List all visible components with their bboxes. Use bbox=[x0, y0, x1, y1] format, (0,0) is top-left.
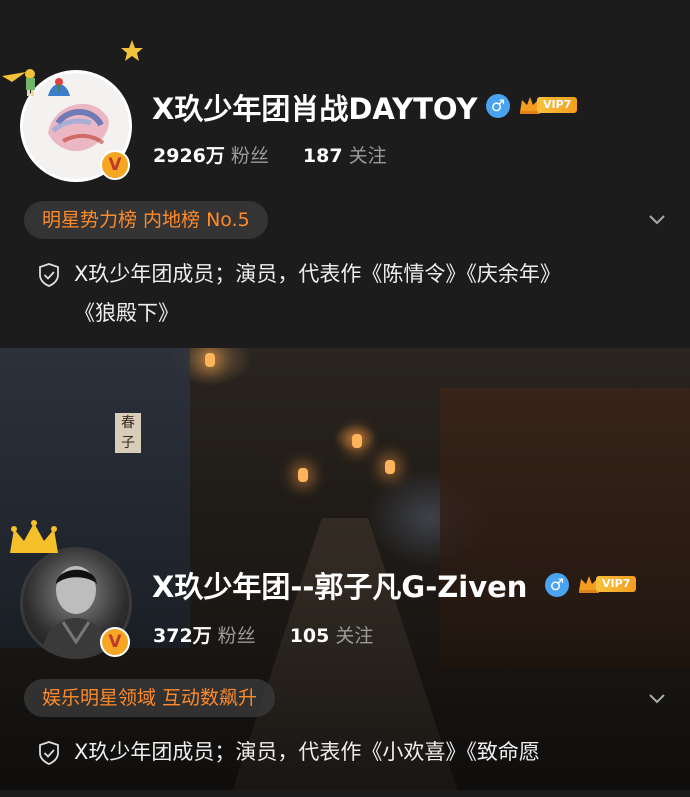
profile-name[interactable]: X玖少年团--郭子凡G-Ziven bbox=[152, 564, 527, 606]
following-label[interactable]: 关注 bbox=[335, 625, 373, 647]
intro-line-1: X玖少年团成员；演员，代表作《陈情令》《庆余年》 bbox=[74, 262, 561, 286]
followers-count[interactable]: 2926万 bbox=[153, 145, 225, 167]
verified-badge-icon: V bbox=[100, 150, 130, 180]
verified-badge-icon: V bbox=[100, 627, 130, 657]
avatar-wrap[interactable]: V bbox=[2, 40, 143, 182]
profile-card-2[interactable]: 春子 V X玖少年团--郭子凡G-Ziven ♂ VIP7 372万 粉丝 10… bbox=[0, 348, 690, 797]
chevron-down-icon[interactable] bbox=[647, 689, 667, 709]
little-prince-decoration-icon bbox=[2, 40, 143, 96]
vip-level: VIP7 bbox=[596, 576, 637, 592]
followers-count[interactable]: 372万 bbox=[153, 625, 212, 647]
bottom-divider bbox=[0, 790, 690, 797]
following-label[interactable]: 关注 bbox=[349, 145, 387, 167]
chevron-down-icon[interactable] bbox=[647, 210, 667, 230]
shop-sign: 春子 bbox=[115, 413, 141, 453]
intro-line-2: 《狼殿下》 bbox=[74, 301, 179, 325]
following-count[interactable]: 187 bbox=[303, 145, 343, 167]
male-gender-icon: ♂ bbox=[486, 94, 510, 118]
followers-label[interactable]: 粉丝 bbox=[231, 145, 269, 167]
intro-line-1: X玖少年团成员；演员，代表作《小欢喜》《致命愿 bbox=[74, 740, 540, 764]
following-count[interactable]: 105 bbox=[290, 625, 330, 647]
rank-tag[interactable]: 娱乐明星领域 互动数飙升 bbox=[24, 679, 276, 717]
followers-label[interactable]: 粉丝 bbox=[218, 625, 256, 647]
male-gender-icon: ♂ bbox=[545, 573, 569, 597]
profile-card-1[interactable]: V X玖少年团肖战DAYTOY ♂ VIP7 2926万 粉丝 187 关注 明星势力… bbox=[0, 0, 690, 348]
profile-stats: 372万 粉丝 105 关注 bbox=[153, 621, 373, 648]
shield-check-icon bbox=[39, 741, 59, 765]
profile-name[interactable]: X玖少年团肖战DAYTOY bbox=[152, 86, 478, 128]
avatar-wrap[interactable]: V bbox=[10, 520, 132, 659]
rank-tag[interactable]: 明星势力榜 内地榜 No.5 bbox=[24, 201, 268, 239]
vip-level: VIP7 bbox=[537, 97, 578, 113]
vip-badge[interactable]: VIP7 bbox=[578, 574, 637, 594]
crown-icon bbox=[10, 520, 58, 553]
vip-badge[interactable]: VIP7 bbox=[519, 95, 578, 115]
profile-stats: 2926万 粉丝 187 关注 bbox=[153, 141, 387, 168]
shield-check-icon bbox=[39, 263, 59, 287]
